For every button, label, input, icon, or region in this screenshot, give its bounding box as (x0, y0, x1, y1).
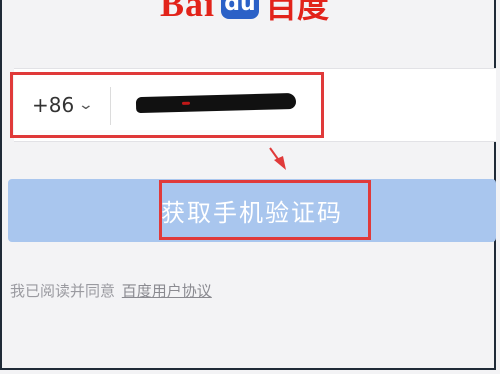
get-code-label: 获取手机验证码 (161, 200, 343, 227)
get-verification-code-button[interactable]: 获取手机验证码 (8, 179, 496, 242)
country-code-selector[interactable]: +86 ⌄ (32, 69, 95, 141)
baidu-logo: Bai du 百度 (160, 0, 330, 25)
phone-number-input[interactable] (135, 92, 298, 114)
chevron-down-icon: ⌄ (77, 97, 95, 113)
annotation-arrow-icon (269, 147, 286, 170)
agreement-text: 我已阅读并同意 百度用户协议 (10, 280, 212, 301)
agreement-prefix: 我已阅读并同意 (10, 282, 116, 300)
logo-chinese-text: 百度 (265, 0, 330, 25)
phone-input-row: +86 ⌄ (14, 68, 496, 142)
logo-paw-icon: du (221, 0, 260, 19)
user-agreement-link[interactable]: 百度用户协议 (122, 282, 212, 300)
logo-latin-text: Bai (160, 0, 216, 24)
divider (110, 87, 111, 125)
country-code-label: +86 (32, 93, 75, 117)
redacted-phone-number (135, 92, 297, 114)
